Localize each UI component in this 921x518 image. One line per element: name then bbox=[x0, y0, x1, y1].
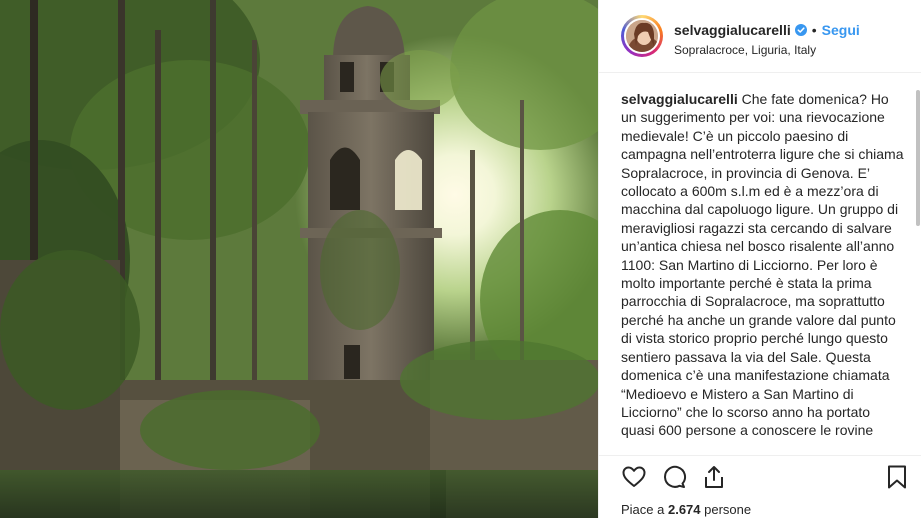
likes-suffix: persone bbox=[700, 502, 752, 517]
heart-icon[interactable] bbox=[621, 464, 647, 490]
caption-text: Che fate domenica? Ho un suggerimento pe… bbox=[621, 91, 904, 439]
separator-dot: • bbox=[811, 22, 817, 38]
caption-scrollbar[interactable] bbox=[916, 84, 920, 454]
username-link[interactable]: selvaggialucarelli bbox=[674, 22, 791, 38]
follow-button[interactable]: Segui bbox=[822, 22, 860, 38]
scrollbar-thumb[interactable] bbox=[916, 90, 920, 226]
avatar[interactable] bbox=[624, 18, 660, 54]
caption-username[interactable]: selvaggialucarelli bbox=[621, 91, 738, 107]
post-side-panel: selvaggialucarelli • Segui Sopralacroce,… bbox=[598, 0, 921, 518]
bookmark-icon[interactable] bbox=[884, 464, 910, 490]
action-bar: Piace a 2.674 persone bbox=[599, 455, 921, 518]
likes-line[interactable]: Piace a 2.674 persone bbox=[621, 502, 751, 517]
avatar-image bbox=[626, 20, 658, 52]
post-header: selvaggialucarelli • Segui Sopralacroce,… bbox=[599, 0, 921, 73]
verified-badge-icon bbox=[794, 24, 807, 36]
caption-area: selvaggialucarelli Che fate domenica? Ho… bbox=[621, 90, 906, 454]
ruined-church-photo bbox=[0, 0, 598, 518]
story-ring[interactable] bbox=[621, 15, 663, 57]
location-link[interactable]: Sopralacroce, Liguria, Italy bbox=[674, 43, 816, 57]
header-user-line: selvaggialucarelli • Segui bbox=[674, 22, 860, 38]
caption: selvaggialucarelli Che fate domenica? Ho… bbox=[621, 90, 906, 440]
comment-icon[interactable] bbox=[661, 464, 687, 490]
likes-prefix: Piace a bbox=[621, 502, 668, 517]
likes-count: 2.674 bbox=[667, 502, 701, 517]
share-icon[interactable] bbox=[701, 464, 727, 490]
post-photo[interactable] bbox=[0, 0, 598, 518]
